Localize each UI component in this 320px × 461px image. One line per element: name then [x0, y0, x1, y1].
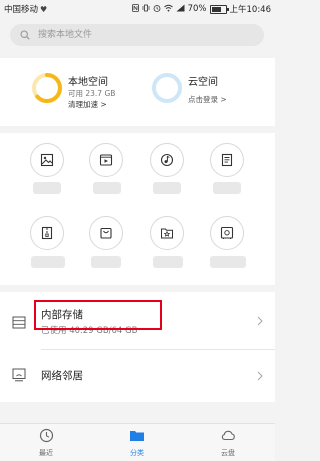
chevron-right-icon: [257, 316, 263, 326]
status-left: 中国移动 ♥: [4, 3, 48, 16]
local-storage-title: 本地空间: [68, 77, 108, 88]
category-archives[interactable]: [30, 216, 64, 250]
cloud-storage-tile[interactable]: 云空间 点击登录 >: [138, 58, 275, 126]
nav-recent-label: 最近: [39, 449, 53, 457]
hd-voice-icon: ♥: [40, 4, 48, 14]
category-safe-label: [210, 256, 246, 268]
cloud-login-link[interactable]: 点击登录 >: [188, 94, 227, 105]
category-favorites[interactable]: [150, 216, 184, 250]
category-images[interactable]: [30, 143, 64, 177]
search-bar[interactable]: [10, 24, 264, 46]
nfc-icon: [131, 3, 139, 15]
clean-accelerate-link[interactable]: 清理加速 >: [68, 99, 107, 110]
music-icon: [160, 153, 174, 167]
image-icon: [40, 153, 54, 167]
storage-list: 内部存储 已使用 40.29 GB/64 GB 网络邻居: [0, 292, 275, 402]
network-row[interactable]: 网络邻居: [0, 350, 275, 400]
favorites-icon: [161, 228, 173, 239]
vibrate-icon: [142, 4, 150, 15]
category-videos-label: [93, 182, 121, 194]
nav-categories[interactable]: 分类: [107, 428, 167, 458]
category-documents-label: [213, 182, 241, 194]
nav-cloud-label: 云盘: [221, 449, 235, 457]
clock-icon: [39, 428, 53, 443]
safe-icon: [220, 226, 234, 239]
status-right: 70% 上午10:46: [131, 3, 272, 15]
cloud-storage-title: 云空间: [188, 77, 218, 88]
cloud-storage-ring: [152, 73, 182, 103]
chevron-right-icon: [257, 371, 263, 381]
storage-card: 本地空间 可用 23.7 GB 清理加速 > 云空间 点击登录 >: [0, 58, 275, 126]
clock-time: 上午10:46: [229, 5, 272, 15]
archive-icon: [41, 226, 53, 240]
internal-storage-row[interactable]: 内部存储 已使用 40.29 GB/64 GB: [0, 292, 275, 350]
alarm-icon: [153, 4, 161, 15]
category-archives-label: [31, 256, 65, 268]
bottom-nav: 最近 分类 云盘: [0, 423, 275, 461]
document-icon: [221, 153, 233, 167]
category-packages-label: [91, 256, 121, 268]
carrier-label: 中国移动: [4, 5, 39, 15]
category-grid: [0, 133, 275, 285]
wifi-icon: [163, 4, 173, 15]
battery-icon: [209, 4, 229, 14]
category-videos[interactable]: [89, 143, 123, 177]
highlight-box: [34, 300, 162, 330]
network-title: 网络邻居: [41, 370, 83, 382]
folder-icon: [130, 431, 144, 441]
search-input[interactable]: [36, 29, 240, 41]
local-storage-available: 可用 23.7 GB: [68, 89, 116, 98]
nav-cloud[interactable]: 云盘: [198, 428, 258, 458]
nav-recent[interactable]: 最近: [16, 428, 76, 458]
category-documents[interactable]: [210, 143, 244, 177]
internal-storage-icon: [12, 316, 26, 329]
status-bar: 中国移动 ♥ 70% 上午10:46: [0, 0, 275, 17]
category-music[interactable]: [150, 143, 184, 177]
package-icon: [100, 227, 112, 239]
signal-icon: [176, 4, 185, 15]
category-music-label: [153, 182, 181, 194]
local-storage-ring: [32, 73, 62, 103]
category-packages[interactable]: [89, 216, 123, 250]
local-storage-tile[interactable]: 本地空间 可用 23.7 GB 清理加速 >: [0, 58, 137, 126]
network-icon: [12, 368, 26, 382]
video-icon: [99, 154, 113, 166]
battery-percent: 70%: [187, 4, 207, 14]
search-icon: [20, 30, 30, 40]
category-favorites-label: [153, 256, 183, 268]
category-images-label: [33, 182, 61, 194]
cloud-icon: [221, 430, 235, 441]
nav-categories-label: 分类: [130, 449, 144, 457]
category-safe[interactable]: [210, 216, 244, 250]
